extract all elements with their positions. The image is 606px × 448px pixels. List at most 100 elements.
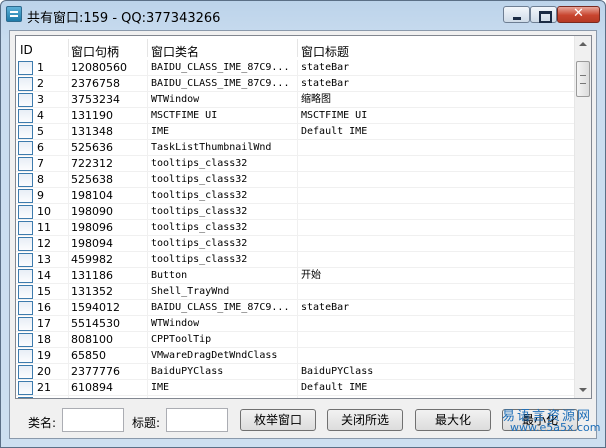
scroll-up-icon[interactable] — [575, 36, 591, 53]
list-row[interactable]: 19 65850 VMwareDragDetWndClass — [16, 348, 576, 364]
title-label: 标题: — [132, 416, 161, 430]
cell-handle: 131190 — [71, 109, 113, 122]
bottom-toolbar: 类名: 标题: 枚举窗口 关闭所选 最大化 最小化 易语言资源网 www.e5a… — [10, 403, 600, 437]
row-checkbox[interactable] — [18, 301, 33, 315]
class-name-input[interactable] — [62, 408, 124, 432]
row-checkbox[interactable] — [18, 125, 33, 139]
close-icon: ✕ — [573, 6, 584, 21]
row-checkbox[interactable] — [18, 349, 33, 363]
row-checkbox[interactable] — [18, 237, 33, 251]
window-list[interactable]: ID 窗口句柄 窗口类名 窗口标题 1 12080560 BAIDU_CLASS_I… — [15, 35, 592, 399]
list-row[interactable]: 10 198090 tooltips_class32 — [16, 204, 576, 220]
list-row[interactable]: 12 198094 tooltips_class32 — [16, 236, 576, 252]
cell-title: Default IME — [301, 126, 368, 137]
row-checkbox[interactable] — [18, 365, 33, 379]
column-divider[interactable] — [297, 39, 298, 57]
column-header-title[interactable]: 窗口标题 — [301, 43, 349, 60]
row-checkbox[interactable] — [18, 253, 33, 267]
cell-class: tooltips_class32 — [151, 190, 248, 201]
list-row[interactable]: 16 1594012 BAIDU_CLASS_IME_87C9... stateBar — [16, 300, 576, 316]
maximize-window-button[interactable] — [530, 6, 557, 23]
cell-title: Default IME — [301, 382, 368, 393]
cell-class: BAIDU_CLASS_IME_87C9... — [151, 62, 290, 73]
cell-class: IME — [151, 126, 170, 137]
vertical-scrollbar[interactable] — [574, 36, 591, 398]
cell-title: 开始 — [301, 270, 321, 281]
column-header-handle[interactable]: 窗口句柄 — [71, 43, 119, 60]
list-row[interactable]: 14 131186 Button 开始 — [16, 268, 576, 284]
row-checkbox[interactable] — [18, 205, 33, 219]
list-row[interactable]: 5 131348 IME Default IME — [16, 124, 576, 140]
list-row[interactable]: 6 525636 TaskListThumbnailWnd — [16, 140, 576, 156]
list-row[interactable]: 7 722312 tooltips_class32 — [16, 156, 576, 172]
list-row[interactable]: 8 525638 tooltips_class32 — [16, 172, 576, 188]
cell-handle: 610894 — [71, 381, 113, 394]
row-checkbox[interactable] — [18, 317, 33, 331]
minimize-window-button[interactable] — [503, 6, 530, 23]
scroll-down-icon[interactable] — [575, 381, 591, 398]
list-row[interactable]: 13 459982 tooltips_class32 — [16, 252, 576, 268]
close-selected-button[interactable]: 关闭所选 — [327, 409, 403, 431]
list-row-partial[interactable] — [16, 396, 576, 398]
cell-id: 3 — [37, 93, 44, 106]
title-bar[interactable]: 共有窗口:159 - QQ:377343266 ✕ — [1, 1, 605, 29]
list-row[interactable]: 17 5514530 WTWindow — [16, 316, 576, 332]
row-checkbox[interactable] — [18, 157, 33, 171]
list-row[interactable]: 4 131190 MSCTFIME UI MSCTFIME UI — [16, 108, 576, 124]
row-checkbox[interactable] — [18, 333, 33, 347]
cell-class: tooltips_class32 — [151, 254, 248, 265]
list-row[interactable]: 2 2376758 BAIDU_CLASS_IME_87C9... stateBar — [16, 76, 576, 92]
row-checkbox[interactable] — [18, 285, 33, 299]
class-name-label: 类名: — [28, 416, 57, 430]
row-checkbox[interactable] — [18, 381, 33, 395]
list-row[interactable]: 9 198104 tooltips_class32 — [16, 188, 576, 204]
list-row[interactable]: 20 2377776 BaiduPYClass BaiduPYClass — [16, 364, 576, 380]
cell-handle: 198090 — [71, 205, 113, 218]
cell-class: WTWindow — [151, 94, 200, 105]
maximize-button[interactable]: 最大化 — [415, 409, 491, 431]
list-row[interactable]: 11 198096 tooltips_class32 — [16, 220, 576, 236]
enum-windows-button[interactable]: 枚举窗口 — [240, 409, 316, 431]
cell-class: IME — [151, 382, 170, 393]
cell-class: BAIDU_CLASS_IME_87C9... — [151, 302, 290, 313]
list-row[interactable]: 3 3753234 WTWindow 缩略图 — [16, 92, 576, 108]
cell-title: stateBar — [301, 62, 350, 73]
row-checkbox[interactable] — [18, 109, 33, 123]
cell-id: 17 — [37, 317, 51, 330]
list-row[interactable]: 18 808100 CPPToolTip — [16, 332, 576, 348]
list-row[interactable]: 1 12080560 BAIDU_CLASS_IME_87C9... stateBar — [16, 60, 576, 76]
row-checkbox[interactable] — [18, 141, 33, 155]
cell-handle: 808100 — [71, 333, 113, 346]
main-window: 共有窗口:159 - QQ:377343266 ✕ ID 窗口句柄 窗口类名 窗… — [0, 0, 606, 448]
row-checkbox[interactable] — [18, 189, 33, 203]
row-checkbox[interactable] — [18, 93, 33, 107]
column-header-id[interactable]: ID — [20, 43, 33, 57]
row-checkbox[interactable] — [18, 397, 33, 398]
row-checkbox[interactable] — [18, 221, 33, 235]
cell-handle: 459982 — [71, 253, 113, 266]
cell-handle: 198104 — [71, 189, 113, 202]
row-checkbox[interactable] — [18, 173, 33, 187]
cell-title: 缩略图 — [301, 94, 331, 105]
column-header-class[interactable]: 窗口类名 — [151, 43, 199, 60]
scroll-thumb[interactable] — [576, 61, 590, 97]
row-checkbox[interactable] — [18, 77, 33, 91]
cell-class: BAIDU_CLASS_IME_87C9... — [151, 78, 290, 89]
close-window-button[interactable]: ✕ — [557, 6, 600, 23]
cell-id: 9 — [37, 189, 44, 202]
cell-title: stateBar — [301, 302, 350, 313]
cell-handle: 65850 — [71, 349, 106, 362]
cell-id: 2 — [37, 77, 44, 90]
cell-handle: 131348 — [71, 125, 113, 138]
row-checkbox[interactable] — [18, 269, 33, 283]
cell-id: 18 — [37, 333, 51, 346]
column-divider[interactable] — [147, 39, 148, 57]
list-row[interactable]: 21 610894 IME Default IME — [16, 380, 576, 396]
column-divider[interactable] — [68, 39, 69, 57]
row-checkbox[interactable] — [18, 61, 33, 75]
list-row[interactable]: 15 131352 Shell_TrayWnd — [16, 284, 576, 300]
cell-class: tooltips_class32 — [151, 158, 248, 169]
title-input[interactable] — [166, 408, 228, 432]
cell-class: Shell_TrayWnd — [151, 286, 230, 297]
cell-class: VMwareDragDetWndClass — [151, 350, 278, 361]
